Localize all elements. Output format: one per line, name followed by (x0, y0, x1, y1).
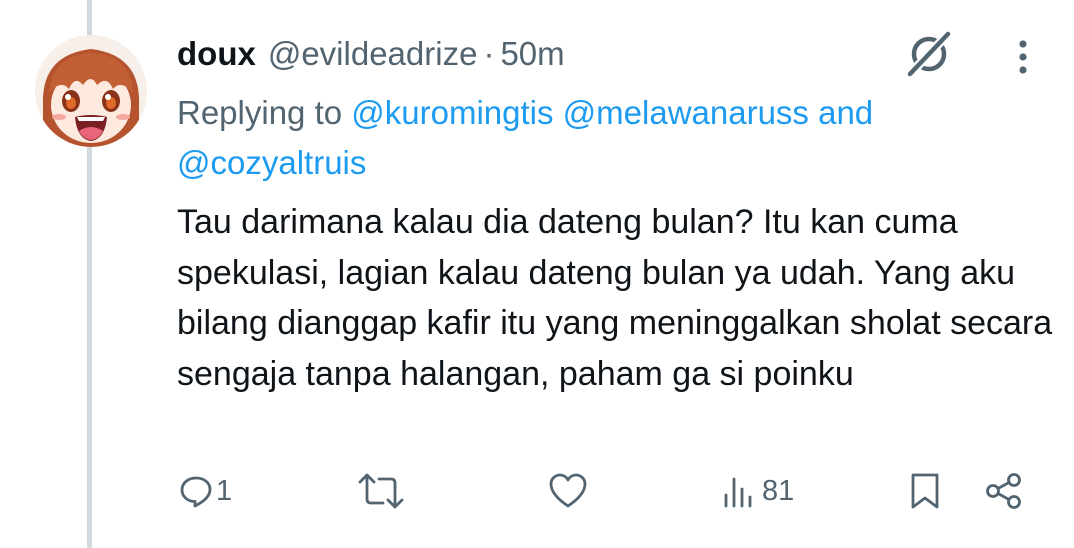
retweet-button[interactable] (358, 466, 404, 516)
like-icon (549, 473, 587, 508)
tweet-action-bar: 1 81 (0, 466, 1074, 516)
share-button[interactable] (984, 466, 1024, 516)
author-name[interactable]: doux (177, 35, 256, 73)
mention-link[interactable]: @kuromingtis (351, 94, 553, 131)
mention-link[interactable]: @cozyaltruis (177, 144, 366, 181)
bookmark-button[interactable] (908, 466, 942, 516)
tweet-header: doux @evildeadrize · 50m (177, 30, 565, 78)
tweet-body: Tau darimana kalau dia dateng bulan? Itu… (177, 203, 1053, 393)
mention-joiner[interactable]: and (809, 94, 873, 131)
like-button[interactable] (548, 466, 588, 516)
avatar[interactable] (35, 35, 147, 147)
avatar-image (35, 35, 147, 147)
views-count: 81 (762, 474, 795, 507)
retweet-icon (358, 473, 404, 509)
reply-count: 1 (216, 474, 233, 507)
author-handle[interactable]: @evildeadrize (268, 35, 478, 73)
timestamp[interactable]: 50m (500, 35, 564, 73)
more-options-icon[interactable] (1008, 38, 1038, 78)
share-icon (986, 473, 1021, 509)
mention-link[interactable]: @melawanaruss (563, 94, 809, 131)
grok-icon[interactable] (904, 29, 954, 79)
separator-dot: · (483, 35, 495, 72)
views-button[interactable]: 81 (722, 466, 794, 516)
bookmark-icon (911, 473, 939, 509)
replying-to-line: Replying to @kuromingtis @melawanaruss a… (177, 88, 1047, 188)
reply-icon (180, 476, 212, 508)
views-icon (724, 477, 752, 508)
reply-button[interactable]: 1 (178, 466, 232, 516)
replying-to-prefix: Replying to (177, 94, 352, 131)
